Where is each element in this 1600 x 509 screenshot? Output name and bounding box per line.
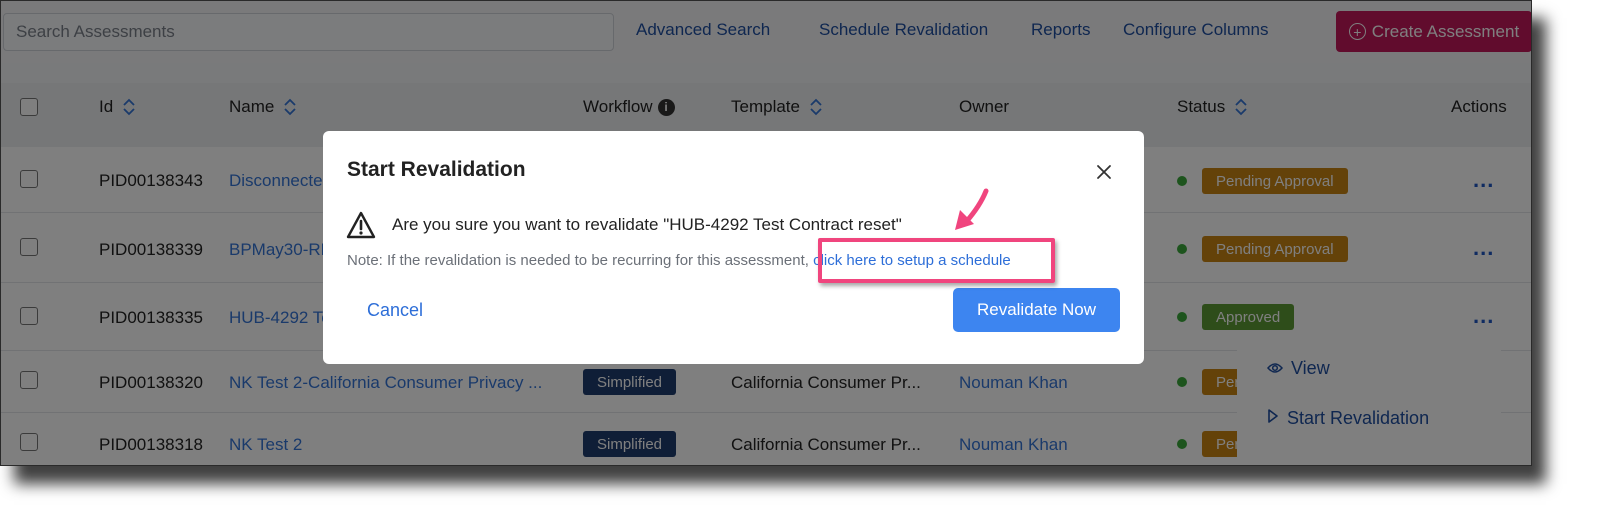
sort-icon[interactable] [284, 97, 296, 117]
status-dot-icon [1177, 312, 1187, 322]
advanced-search-link[interactable]: Advanced Search [636, 20, 770, 40]
eye-icon [1267, 358, 1283, 379]
select-all-checkbox[interactable] [20, 98, 38, 116]
status-dot-icon [1177, 244, 1187, 254]
column-header-name-label: Name [229, 97, 275, 116]
column-header-name[interactable]: Name [229, 97, 296, 117]
more-icon[interactable]: ... [1473, 169, 1494, 191]
row-checkbox[interactable] [20, 307, 38, 325]
row-id: PID00138320 [99, 373, 203, 392]
warning-icon [346, 211, 376, 244]
row-template: California Consumer Pr... [731, 435, 921, 454]
row-checkbox[interactable] [20, 238, 38, 256]
info-icon[interactable]: i [657, 98, 675, 116]
create-assessment-button[interactable]: + Create Assessment [1336, 11, 1531, 52]
row-owner-link[interactable]: Nouman Khan [959, 373, 1068, 393]
row-id: PID00138339 [99, 240, 203, 259]
sort-icon[interactable] [810, 97, 822, 117]
more-icon[interactable]: ... [1473, 305, 1494, 327]
column-header-status-label: Status [1177, 97, 1226, 116]
status-dot-icon [1177, 377, 1187, 387]
annotation-arrow-icon [952, 188, 992, 241]
row-template: California Consumer Pr... [731, 373, 921, 392]
status-dot-icon [1177, 439, 1187, 449]
cancel-button[interactable]: Cancel [367, 300, 423, 321]
row-checkbox[interactable] [20, 433, 38, 451]
row-name-link[interactable]: BPMay30-RF [229, 240, 331, 260]
column-header-workflow-label: Workflow [583, 97, 653, 116]
column-header-template[interactable]: Template [731, 97, 822, 117]
status-badge: Approved [1202, 304, 1295, 330]
status-badge: Pending Approval [1202, 236, 1348, 262]
row-name-link[interactable]: Disconnecte [229, 171, 323, 191]
menu-item-view[interactable]: View [1267, 358, 1330, 379]
dialog-message: Are you sure you want to revalidate "HUB… [392, 215, 902, 234]
status-badge: Pending Approval [1202, 168, 1348, 194]
status-dot-icon [1177, 176, 1187, 186]
row-id: PID00138335 [99, 308, 203, 327]
column-header-actions-label: Actions [1451, 97, 1507, 116]
column-header-workflow: Workflow i [583, 97, 675, 117]
column-header-template-label: Template [731, 97, 800, 116]
close-icon[interactable] [1093, 161, 1115, 183]
column-header-actions: Actions [1451, 97, 1507, 117]
row-owner-link[interactable]: Nouman Khan [959, 435, 1068, 455]
annotation-highlight-box [818, 238, 1055, 283]
schedule-revalidation-link[interactable]: Schedule Revalidation [819, 20, 988, 40]
menu-item-label: View [1291, 358, 1330, 378]
reports-link[interactable]: Reports [1031, 20, 1091, 40]
column-header-id[interactable]: Id [99, 97, 135, 117]
play-icon [1267, 408, 1279, 429]
search-input[interactable] [3, 13, 614, 51]
row-actions-menu: View Start Revalidation [1237, 335, 1501, 465]
sort-icon[interactable] [1235, 97, 1247, 117]
row-name-link[interactable]: NK Test 2 [229, 435, 302, 455]
column-header-status[interactable]: Status [1177, 97, 1247, 117]
row-name-link[interactable]: HUB-4292 Te [229, 308, 331, 328]
plus-circle-icon: + [1348, 23, 1366, 40]
row-id: PID00138343 [99, 171, 203, 190]
dialog-note-text: Note: If the revalidation is needed to b… [347, 252, 809, 269]
row-checkbox[interactable] [20, 371, 38, 389]
sort-icon[interactable] [123, 97, 135, 117]
workflow-badge: Simplified [583, 431, 677, 457]
row-name-link[interactable]: NK Test 2-California Consumer Privacy ..… [229, 373, 542, 393]
workflow-badge: Simplified [583, 369, 677, 395]
menu-item-label: Start Revalidation [1287, 408, 1430, 428]
create-assessment-label: Create Assessment [1371, 21, 1520, 41]
row-checkbox[interactable] [20, 170, 38, 188]
column-header-id-label: Id [99, 97, 114, 116]
toolbar: Advanced Search Schedule Revalidation Re… [1, 1, 1531, 63]
more-icon[interactable]: ... [1473, 237, 1494, 259]
column-header-owner: Owner [959, 97, 1009, 117]
configure-columns-link[interactable]: Configure Columns [1123, 20, 1269, 40]
revalidate-now-button[interactable]: Revalidate Now [953, 288, 1120, 332]
menu-item-start-revalidation[interactable]: Start Revalidation [1267, 408, 1429, 429]
dialog-title: Start Revalidation [347, 158, 526, 181]
column-header-owner-label: Owner [959, 97, 1010, 116]
row-id: PID00138318 [99, 435, 203, 454]
